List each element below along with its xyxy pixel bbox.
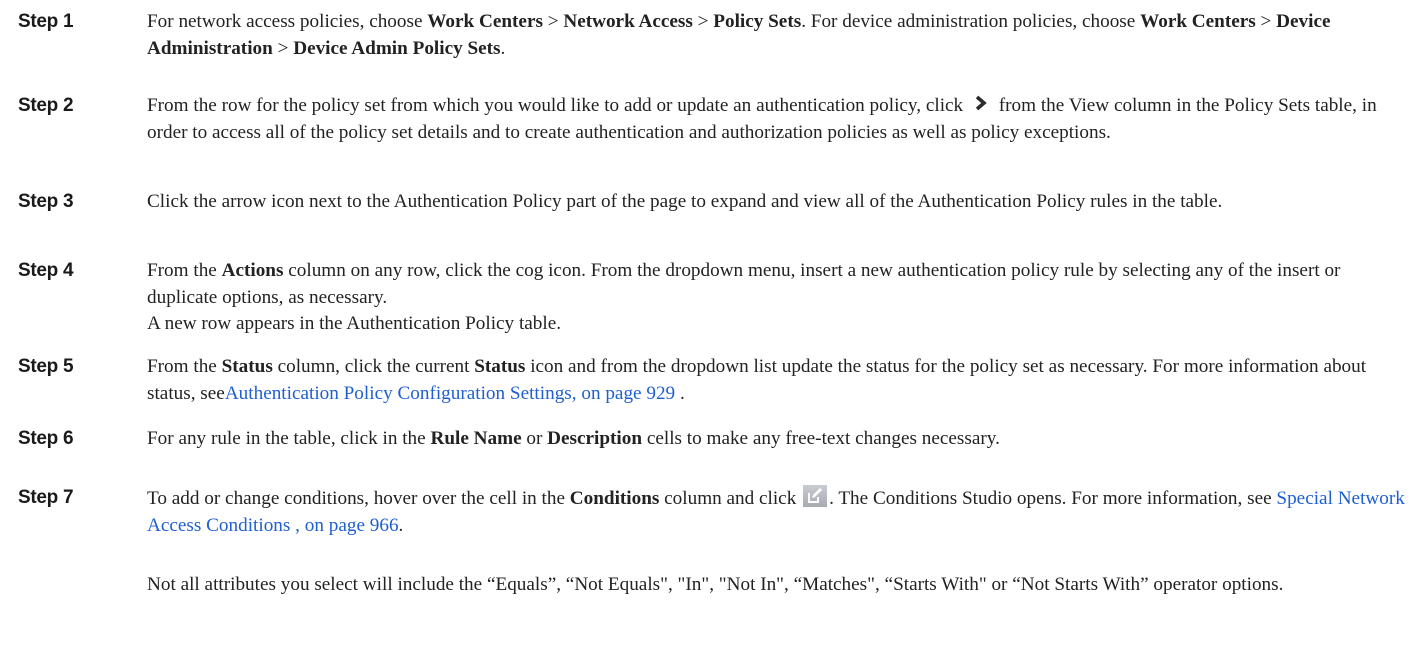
procedure-page: Step 1 For network access policies, choo… — [0, 0, 1415, 656]
column-description: Description — [547, 428, 643, 449]
text-run: From the row for the policy set from whi… — [147, 95, 968, 116]
chevron-right-icon — [975, 95, 987, 111]
column-conditions: Conditions — [569, 488, 660, 509]
text-run: For any rule in the table, click in the — [147, 428, 431, 449]
note-paragraph: Not all attributes you select will inclu… — [147, 574, 1284, 595]
text-run: . The Conditions Studio opens. For more … — [829, 488, 1277, 509]
column-actions: Actions — [221, 260, 284, 281]
menu-network-access: Network Access — [563, 11, 693, 32]
step-label: Step 3 — [18, 191, 74, 212]
text-run: To add or change conditions, hover over … — [147, 488, 570, 509]
step-text: From the Status column, click the curren… — [147, 354, 1409, 407]
step-label: Step 1 — [18, 11, 74, 32]
link-authentication-policy-settings[interactable]: Authentication Policy Configuration Sett… — [225, 383, 675, 404]
column-rule-name: Rule Name — [430, 428, 522, 449]
separator: > — [692, 11, 714, 32]
text-run: column and click — [659, 488, 802, 509]
menu-policy-sets: Policy Sets — [713, 11, 802, 32]
status-icon-label: Status — [474, 356, 526, 377]
separator: > — [1255, 11, 1277, 32]
menu-work-centers: Work Centers — [1140, 11, 1256, 32]
step-text: To add or change conditions, hover over … — [147, 485, 1409, 539]
step-text: Click the arrow icon next to the Authent… — [147, 189, 1409, 216]
menu-work-centers: Work Centers — [427, 11, 543, 32]
text-run: or — [521, 428, 548, 449]
step-label: Step 7 — [18, 487, 74, 508]
separator: > — [272, 37, 294, 59]
step-text: From the Actions column on any row, clic… — [147, 258, 1409, 338]
step-text: From the row for the policy set from whi… — [147, 93, 1409, 146]
step-label: Step 4 — [18, 260, 74, 281]
step-text: For network access policies, choose Work… — [147, 9, 1409, 62]
text-run: column, click the current — [272, 356, 475, 377]
text-run: column on any row, click the cog icon. F… — [147, 260, 1341, 308]
text-run: . — [500, 37, 506, 59]
step-label: Step 5 — [18, 356, 74, 377]
text-run: Click the arrow icon next to the Authent… — [147, 191, 1223, 212]
text-run: From the — [147, 260, 222, 281]
separator: > — [542, 11, 564, 32]
menu-device-admin-policy-sets: Device Admin Policy Sets — [293, 37, 501, 59]
text-run: . For device administration policies, ch… — [801, 11, 1141, 32]
column-status: Status — [221, 356, 273, 377]
text-run: . — [675, 382, 685, 404]
step-text: For any rule in the table, click in the … — [147, 426, 1409, 453]
step-label: Step 6 — [18, 428, 74, 449]
step-label: Step 2 — [18, 95, 74, 116]
text-run: . — [398, 514, 404, 536]
edit-icon — [803, 485, 828, 507]
text-run: For network access policies, choose — [147, 11, 428, 32]
text-run: cells to make any free-text changes nece… — [642, 428, 1000, 449]
text-run: From the — [147, 356, 222, 377]
step-result: A new row appears in the Authentication … — [147, 313, 562, 334]
step-paragraph: From the Actions column on any row, clic… — [147, 258, 1409, 311]
